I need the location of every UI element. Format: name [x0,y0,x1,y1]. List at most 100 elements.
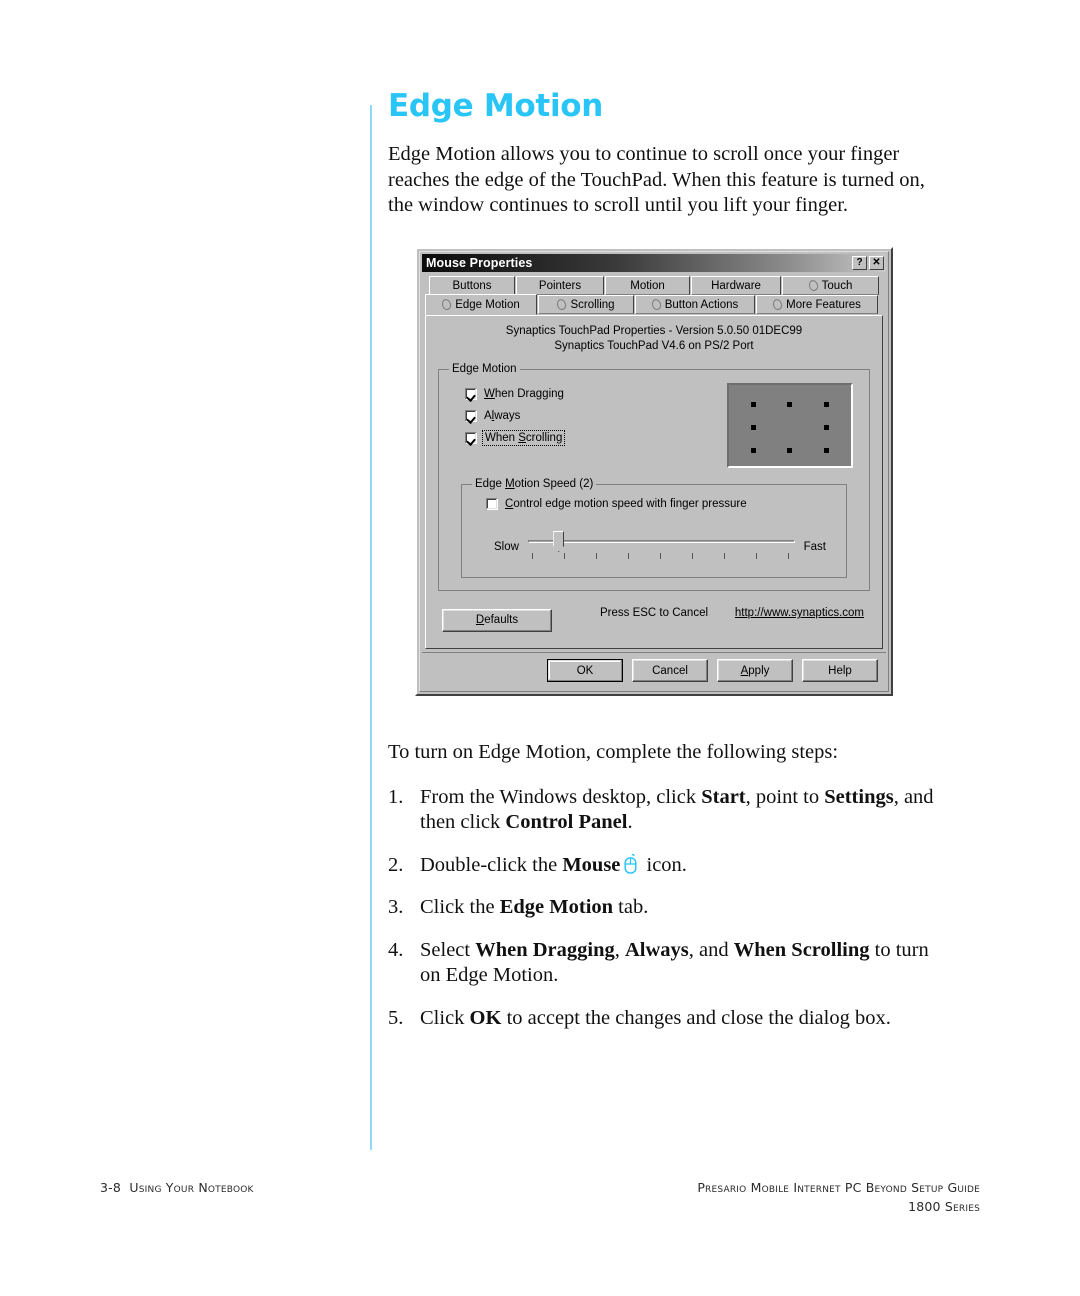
steps-section: To turn on Edge Motion, complete the fol… [388,740,948,1048]
synaptics-url-link[interactable]: http://www.synaptics.com [735,607,864,619]
slider-track[interactable] [527,540,795,543]
edge-motion-speed-group: Edge Motion Speed (2) Control edge motio… [461,478,847,578]
version-line-2: Synaptics TouchPad V4.6 on PS/2 Port [554,340,754,352]
mouse-properties-dialog-figure: Mouse Properties ? ✕ Buttons Pointers Mo… [415,247,893,696]
slider-tick [563,553,565,559]
checkbox-box[interactable] [465,432,477,444]
touchpad-preview [727,383,853,468]
step-text: Click the Edge Motion tab. [420,896,649,918]
footer-page-number: 3-8 [100,1180,122,1195]
step-item-3: 3. Click the Edge Motion tab. [388,895,948,921]
step-text: Double-click the Mouse icon. [420,853,687,876]
step-number: 1. [388,785,404,808]
edge-motion-speed-slider-row: Slow Fast [472,527,836,561]
edge-motion-speed-legend: Edge Motion Speed (2) [475,478,594,490]
checkbox-box[interactable] [486,498,498,510]
slider-tick [723,553,725,559]
preview-dot [787,448,792,453]
tab-row-primary: Buttons Pointers Motion Hardware Touch [425,276,883,295]
edge-motion-group: Edge Motion WWhen Dragginghen Dragging A… [438,363,870,591]
step-text: Select When Dragging, Always, and When S… [420,938,929,987]
slider-tick [627,553,629,559]
touchpad-oval-icon [555,297,568,312]
steps-lead: To turn on Edge Motion, complete the fol… [388,741,839,763]
checkbox-when-dragging[interactable]: WWhen Dragginghen Dragging [465,383,564,405]
footer-section: Using Your Notebook [129,1180,254,1195]
tab-more-features[interactable]: More Features [756,295,878,314]
dialog-title: Mouse Properties [426,256,533,270]
slider-tick [691,553,693,559]
touchpad-oval-icon [771,297,784,312]
checkbox-box[interactable] [465,388,477,400]
step-item-1: 1. From the Windows desktop, click Start… [388,785,948,836]
tab-motion[interactable]: Motion [605,276,690,295]
checkbox-finger-pressure[interactable]: Control edge motion speed with finger pr… [472,493,836,515]
intro-paragraph: Edge Motion allows you to continue to sc… [388,143,925,216]
tab-buttons[interactable]: Buttons [429,276,515,295]
step-text: From the Windows desktop, click Start, p… [420,785,934,834]
help-icon[interactable]: ? [852,256,867,270]
page-footer: 3-8 Using Your Notebook Presario Mobile … [0,1178,1080,1238]
checkbox-label: WWhen Dragginghen Dragging [484,388,564,400]
defaults-button[interactable]: Defaults [442,608,552,632]
edge-motion-speed-slider[interactable] [527,527,795,561]
dialog-titlebar: Mouse Properties ? ✕ [422,254,886,272]
slider-tick [787,553,789,559]
mouse-icon [623,853,638,875]
touchpad-oval-icon [440,297,453,312]
defaults-button-label: Defaults [475,614,519,626]
tab-page-edge-motion: Synaptics TouchPad Properties - Version … [425,315,883,649]
step-number: 5. [388,1006,404,1029]
close-icon[interactable]: ✕ [869,256,884,270]
tab-scrolling[interactable]: Scrolling [538,295,634,314]
slider-tick [531,553,533,559]
tab-button-actions[interactable]: Button Actions [635,295,755,314]
version-line-1: Synaptics TouchPad Properties - Version … [505,325,803,337]
preview-dot [824,402,829,407]
preview-dot [824,425,829,430]
tab-touch[interactable]: Touch [782,276,879,295]
tab-strip: Buttons Pointers Motion Hardware Touch E… [422,272,886,315]
slider-tick [595,553,597,559]
article-content: Edge Motion Edge Motion allows you to co… [388,88,948,219]
dialog-action-buttons: OK Cancel Apply Help [422,652,886,689]
slider-tick [659,553,661,559]
slider-thumb[interactable] [553,531,565,552]
apply-button-label: Apply [740,664,770,677]
touchpad-oval-icon [807,278,820,293]
touchpad-oval-icon [650,297,663,312]
step-item-2: 2. Double-click the Mouse icon. [388,853,948,879]
slider-tick [755,553,757,559]
steps-list: 1. From the Windows desktop, click Start… [388,785,948,1032]
step-number: 3. [388,896,404,918]
page-title: Edge Motion [388,88,604,124]
checkbox-always[interactable]: Always [465,405,564,427]
tab-pointers[interactable]: Pointers [516,276,604,295]
footer-right: Presario Mobile Internet PC Beyond Setup… [697,1180,980,1214]
footer-guide: Presario Mobile Internet PC Beyond Setup… [697,1180,980,1195]
press-esc-text: Press ESC to Cancel [600,607,709,619]
step-text: Click OK to accept the changes and close… [420,1006,891,1029]
checkbox-box[interactable] [465,410,477,422]
step-item-5: 5. Click OK to accept the changes and cl… [388,1006,948,1032]
preview-dot [751,425,756,430]
step-item-4: 4. Select When Dragging, Always, and Whe… [388,938,948,989]
tab-hardware[interactable]: Hardware [691,276,781,295]
ok-button[interactable]: OK [547,659,623,682]
preview-dot [751,448,756,453]
mouse-properties-dialog: Mouse Properties ? ✕ Buttons Pointers Mo… [415,247,893,696]
tab-row-secondary: Edge Motion Scrolling Button Actions Mor… [425,294,883,315]
footer-series: 1800 Series [908,1199,980,1214]
checkbox-label: When Scrolling [481,430,566,446]
edge-motion-group-legend: Edge Motion [452,363,517,375]
help-button[interactable]: Help [802,659,878,682]
step-number: 2. [388,853,404,876]
slider-ticks [528,553,795,560]
footer-left: 3-8 Using Your Notebook [100,1180,254,1195]
checkbox-when-scrolling[interactable]: When Scrolling [465,427,566,449]
cancel-button[interactable]: Cancel [632,659,708,682]
preview-dot [824,448,829,453]
apply-button[interactable]: Apply [717,659,793,682]
tab-edge-motion[interactable]: Edge Motion [425,294,537,315]
left-accent-rule [370,105,372,1150]
